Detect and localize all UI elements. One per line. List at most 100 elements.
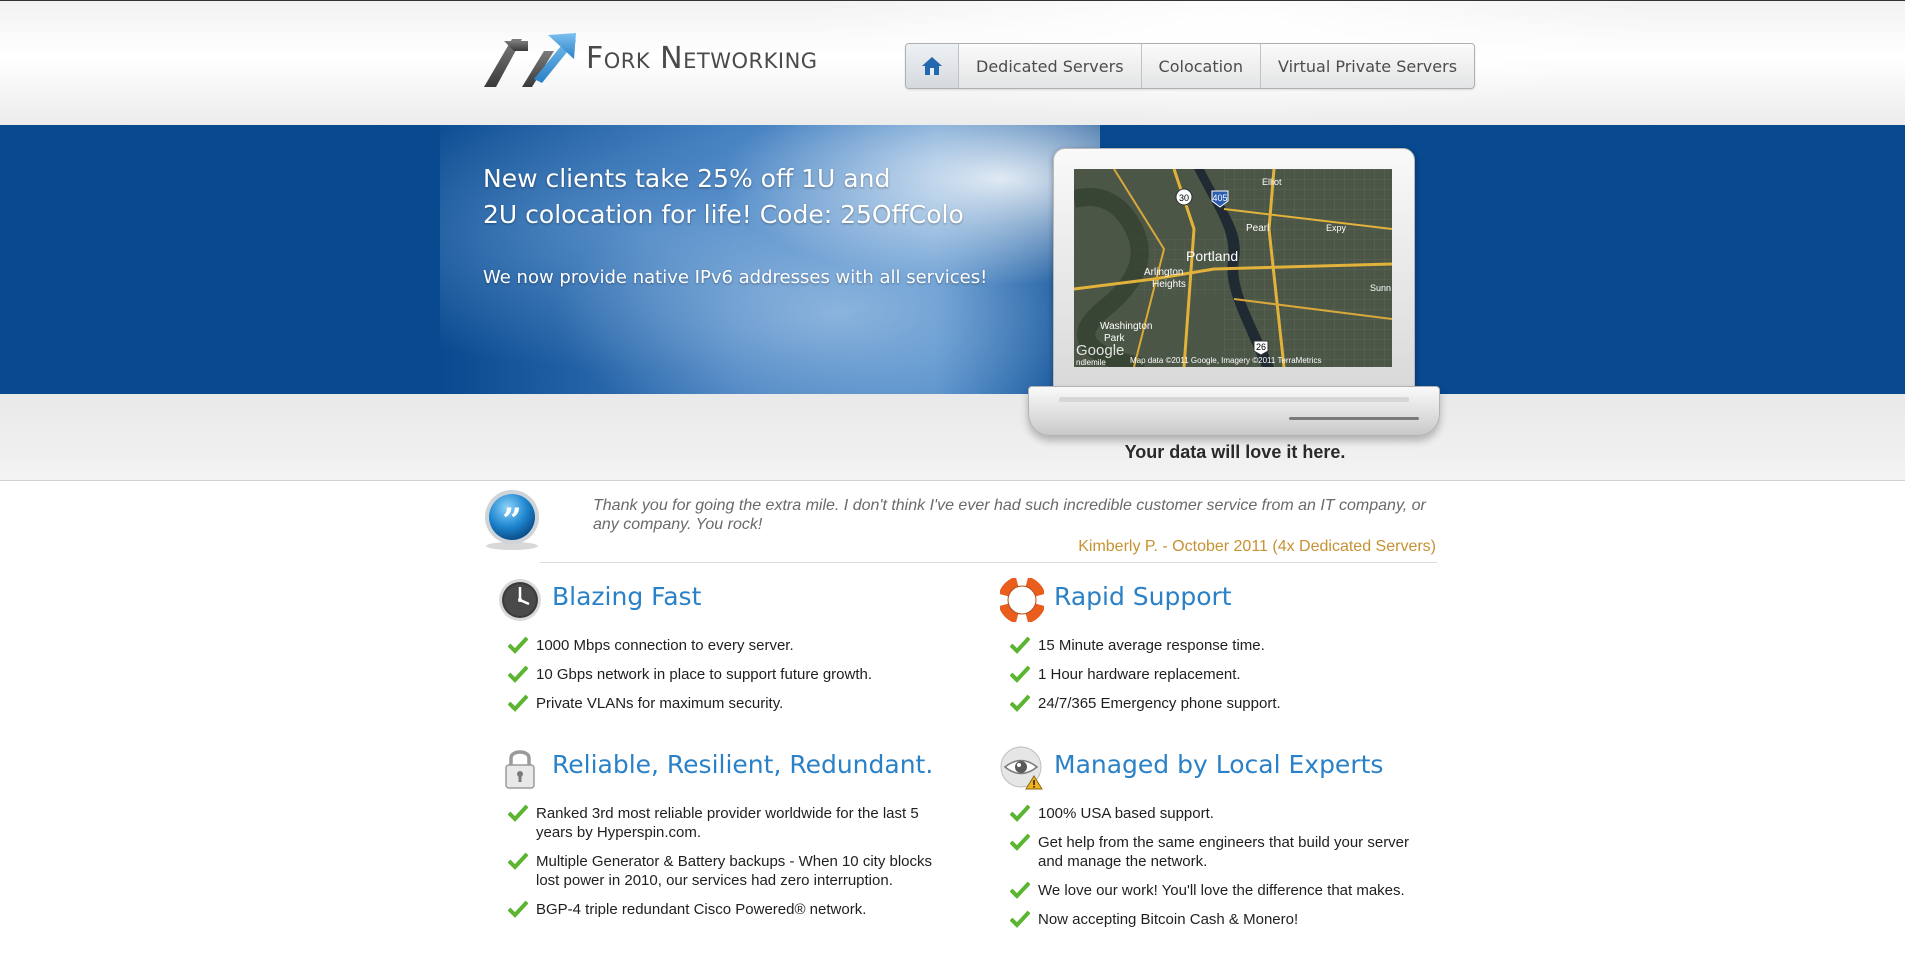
nav-colocation[interactable]: Colocation (1140, 44, 1260, 88)
feature-list: 15 Minute average response time. 1 Hour … (1010, 636, 1430, 723)
feature-list: 1000 Mbps connection to every server. 10… (508, 636, 928, 723)
list-item: Ranked 3rd most reliable provider worldw… (508, 804, 948, 842)
list-item: Private VLANs for maximum security. (508, 694, 928, 713)
list-item-text: Ranked 3rd most reliable provider worldw… (536, 805, 919, 841)
map-label-heights: Heights (1152, 279, 1186, 290)
feature-header: Reliable, Resilient, Redundant. (486, 744, 933, 792)
laptop-screen: 30 405 26 Portland Pearl Arlington Heigh… (1053, 148, 1415, 390)
list-item-text: Private VLANs for maximum security. (536, 695, 784, 712)
laptop-keyboard-edge (1059, 397, 1409, 402)
map-label-pearl: Pearl (1246, 223, 1269, 234)
site-logo[interactable]: Fork Networking (482, 31, 822, 91)
list-item-text: Now accepting Bitcoin Cash & Monero! (1038, 911, 1299, 928)
check-icon (508, 694, 528, 712)
nav-home-button[interactable] (906, 44, 958, 88)
promo-line-1: New clients take 25% off 1U and (483, 164, 891, 193)
list-item-text: Multiple Generator & Battery backups - W… (536, 853, 933, 889)
laptop-base (1028, 386, 1440, 436)
list-item: Multiple Generator & Battery backups - W… (508, 852, 948, 890)
feature-list: 100% USA based support. Get help from th… (1010, 804, 1430, 939)
check-icon (508, 900, 528, 918)
check-icon (1010, 804, 1030, 822)
list-item-text: 24/7/365 Emergency phone support. (1038, 695, 1281, 712)
nav-virtual-private-servers[interactable]: Virtual Private Servers (1259, 44, 1474, 88)
clock-icon (499, 579, 541, 621)
list-item-text: We love our work! You'll love the differ… (1038, 882, 1405, 899)
feature-list: Ranked 3rd most reliable provider worldw… (508, 804, 948, 929)
map-route-405: 405 (1212, 193, 1227, 203)
feature-title: Rapid Support (1054, 582, 1232, 611)
svg-text:”: ” (502, 501, 522, 541)
laptop-slot (1289, 417, 1419, 420)
list-item: BGP-4 triple redundant Cisco Powered® ne… (508, 900, 948, 919)
eye-warning-icon (1000, 746, 1043, 790)
logo-text: Fork Networking (586, 41, 818, 76)
promo-subtext: We now provide native IPv6 addresses wit… (483, 267, 988, 288)
testimonial-divider (540, 562, 1437, 563)
list-item-text: BGP-4 triple redundant Cisco Powered® ne… (536, 901, 867, 918)
testimonial-text: Thank you for going the extra mile. I do… (593, 497, 1426, 533)
promo-headline: New clients take 25% off 1U and 2U coloc… (483, 161, 1023, 233)
list-item-text: 1 Hour hardware replacement. (1038, 666, 1241, 683)
list-item: 100% USA based support. (1010, 804, 1430, 823)
feature-header: Rapid Support (988, 576, 1428, 624)
lifebuoy-icon (1000, 578, 1044, 622)
check-icon (508, 636, 528, 654)
list-item: 24/7/365 Emergency phone support. (1010, 694, 1430, 713)
laptop-band (0, 394, 1905, 481)
map-attribution: Map data ©2011 Google, Imagery ©2011 Ter… (1130, 356, 1321, 365)
feature-managed-local-experts: Managed by Local Experts 100% USA based … (988, 744, 1428, 969)
feature-title: Managed by Local Experts (1054, 750, 1384, 779)
list-item: 15 Minute average response time. (1010, 636, 1430, 655)
site-header: Fork Networking Dedicated Servers Coloca… (0, 1, 1905, 125)
check-icon (508, 804, 528, 822)
map-label-expy: Expy (1326, 223, 1347, 233)
map-label-elliot: Elliot (1262, 177, 1282, 187)
promo-banner: New clients take 25% off 1U and 2U coloc… (0, 125, 1905, 394)
list-item-text: Get help from the same engineers that bu… (1038, 834, 1410, 870)
feature-blazing-fast: Blazing Fast 1000 Mbps connection to eve… (486, 576, 926, 716)
check-icon (1010, 833, 1030, 851)
check-icon (1010, 665, 1030, 683)
feature-header: Managed by Local Experts (988, 744, 1428, 792)
list-item: We love our work! You'll love the differ… (1010, 881, 1430, 900)
list-item: 10 Gbps network in place to support futu… (508, 665, 928, 684)
feature-header: Blazing Fast (486, 576, 926, 624)
main-nav: Dedicated Servers Colocation Virtual Pri… (905, 43, 1476, 89)
check-icon (1010, 636, 1030, 654)
home-icon (922, 57, 942, 75)
check-icon (1010, 881, 1030, 899)
list-item-text: 10 Gbps network in place to support futu… (536, 666, 873, 683)
map-route-30: 30 (1179, 193, 1189, 203)
testimonial-author: Kimberly P. - October 2011 (4x Dedicated… (1078, 538, 1436, 555)
check-icon (508, 665, 528, 683)
map-label-arlington: Arlington (1144, 267, 1183, 278)
check-icon (1010, 910, 1030, 928)
map-google-watermark: Google (1076, 342, 1124, 359)
feature-reliable: Reliable, Resilient, Redundant. Ranked 3… (486, 744, 933, 969)
promo-line-2: 2U colocation for life! Code: 25OffColo (483, 200, 964, 229)
map-graphic: 30 405 26 Portland Pearl Arlington Heigh… (1074, 169, 1392, 367)
feature-title: Blazing Fast (552, 582, 702, 611)
fork-logo-icon (484, 33, 576, 87)
map-label-washington: Washington (1100, 321, 1152, 332)
list-item-text: 15 Minute average response time. (1038, 637, 1265, 654)
map-label-sunn: Sunn (1370, 283, 1391, 293)
portland-map-image: 30 405 26 Portland Pearl Arlington Heigh… (1074, 169, 1392, 367)
list-item: 1000 Mbps connection to every server. (508, 636, 928, 655)
feature-title: Reliable, Resilient, Redundant. (552, 750, 934, 779)
map-route-26: 26 (1256, 342, 1266, 352)
quote-icon: ” (485, 490, 539, 550)
list-item: Now accepting Bitcoin Cash & Monero! (1010, 910, 1430, 929)
list-item-text: 1000 Mbps connection to every server. (536, 637, 794, 654)
tagline: Your data will love it here. (1124, 442, 1346, 462)
check-icon (508, 852, 528, 870)
list-item: Get help from the same engineers that bu… (1010, 833, 1430, 871)
feature-rapid-support: Rapid Support 15 Minute average response… (988, 576, 1428, 716)
nav-dedicated-servers[interactable]: Dedicated Servers (958, 44, 1141, 88)
list-item-text: 100% USA based support. (1038, 805, 1214, 822)
padlock-icon (505, 750, 535, 789)
list-item: 1 Hour hardware replacement. (1010, 665, 1430, 684)
map-label-portland: Portland (1186, 248, 1238, 264)
check-icon (1010, 694, 1030, 712)
